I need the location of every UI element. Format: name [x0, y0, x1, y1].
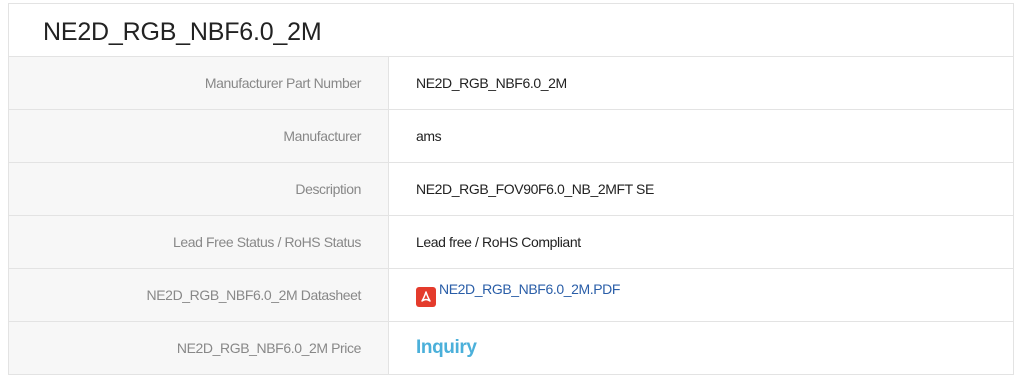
- product-title: NE2D_RGB_NBF6.0_2M: [9, 4, 1013, 57]
- datasheet-link-text[interactable]: NE2D_RGB_NBF6.0_2M.PDF: [439, 281, 620, 297]
- inquiry-link[interactable]: Inquiry: [416, 337, 477, 358]
- row-value-rohs-status: Lead free / RoHS Compliant: [388, 215, 1013, 269]
- row-label-datasheet: NE2D_RGB_NBF6.0_2M Datasheet: [9, 268, 389, 322]
- pdf-icon: [416, 286, 436, 307]
- table-row: NE2D_RGB_NBF6.0_2M Price Inquiry: [9, 321, 1014, 375]
- product-detail-panel: NE2D_RGB_NBF6.0_2M Manufacturer Part Num…: [8, 3, 1014, 375]
- row-label-part-number: Manufacturer Part Number: [9, 57, 389, 110]
- row-label-manufacturer: Manufacturer: [9, 109, 389, 163]
- datasheet-link[interactable]: NE2D_RGB_NBF6.0_2M.PDF: [416, 281, 620, 307]
- row-value-description: NE2D_RGB_FOV90F6.0_NB_2MFT SE: [388, 162, 1013, 216]
- row-label-description: Description: [9, 162, 389, 216]
- table-row: Lead Free Status / RoHS Status Lead free…: [9, 215, 1013, 269]
- row-value-part-number: NE2D_RGB_NBF6.0_2M: [388, 57, 1013, 110]
- row-label-rohs-status: Lead Free Status / RoHS Status: [9, 215, 389, 269]
- row-label-price: NE2D_RGB_NBF6.0_2M Price: [9, 321, 389, 374]
- product-spec-table: Manufacturer Part Number NE2D_RGB_NBF6.0…: [9, 57, 1013, 374]
- table-row: Manufacturer ams: [9, 109, 1013, 163]
- row-value-datasheet: NE2D_RGB_NBF6.0_2M.PDF: [388, 268, 1013, 322]
- table-row: Manufacturer Part Number NE2D_RGB_NBF6.0…: [9, 57, 1013, 110]
- row-value-price: Inquiry: [389, 322, 1014, 375]
- table-row: NE2D_RGB_NBF6.0_2M Datasheet NE2D_RGB_NB…: [9, 268, 1013, 322]
- row-value-manufacturer: ams: [388, 109, 1013, 163]
- table-row: Description NE2D_RGB_FOV90F6.0_NB_2MFT S…: [9, 162, 1013, 216]
